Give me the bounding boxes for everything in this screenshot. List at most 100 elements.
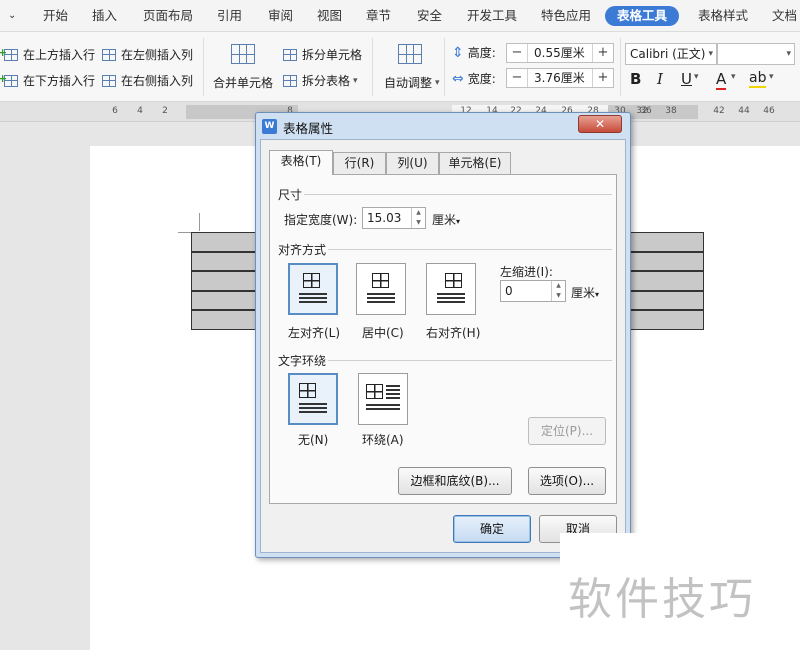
ruler-label: 38 bbox=[665, 106, 677, 116]
ruler-label: 6 bbox=[112, 106, 118, 116]
table-cell[interactable] bbox=[626, 310, 704, 330]
dialog-title: 表格属性 bbox=[283, 121, 334, 136]
chevron-down-icon: ▾ bbox=[435, 77, 440, 88]
table-cell[interactable] bbox=[191, 232, 261, 252]
menu-item-review[interactable]: 审阅 bbox=[268, 6, 293, 26]
font-name-select[interactable]: Calibri (正文) ▾ bbox=[625, 43, 717, 65]
menu-item-table-tools[interactable]: 表格工具 bbox=[605, 6, 680, 26]
menu-item-table-style[interactable]: 表格样式 bbox=[698, 6, 748, 26]
width-icon: ⇔ bbox=[452, 70, 464, 87]
column-width-stepper[interactable]: − 3.76厘米 + bbox=[506, 68, 614, 88]
width-unit: 厘米 bbox=[432, 213, 457, 227]
position-button[interactable]: 定位(P)... bbox=[528, 417, 606, 445]
spinner-arrows-icon[interactable]: ▲ ▼ bbox=[411, 208, 425, 228]
insert-row-below-button[interactable]: 在下方插入行 bbox=[0, 72, 95, 89]
watermark-text: 软件技巧 bbox=[568, 574, 756, 625]
page-margin-mark bbox=[178, 232, 192, 233]
chevron-down-icon[interactable]: ⌄ bbox=[8, 6, 16, 26]
font-size-select[interactable]: ▾ bbox=[717, 43, 795, 65]
ribbon-separator bbox=[203, 38, 204, 96]
align-center-label: 居中(C) bbox=[362, 326, 404, 340]
split-table-button[interactable]: 拆分表格 ▾ bbox=[283, 72, 358, 89]
wrap-none-label: 无(N) bbox=[298, 433, 329, 447]
chevron-down-icon[interactable]: ▾ bbox=[694, 72, 699, 82]
font-name-value: Calibri (正文) bbox=[630, 47, 706, 61]
menu-item-page-layout[interactable]: 页面布局 bbox=[143, 6, 193, 26]
chevron-down-icon: ▾ bbox=[456, 217, 461, 226]
align-right-label: 右对齐(H) bbox=[426, 326, 481, 340]
increment-button[interactable]: + bbox=[593, 44, 613, 62]
row-height-stepper[interactable]: − 0.55厘米 + bbox=[506, 43, 614, 63]
insert-column-left-button[interactable]: 在左侧插入列 bbox=[102, 46, 193, 63]
chevron-down-icon[interactable]: ▾ bbox=[731, 72, 736, 82]
bold-button[interactable]: B bbox=[630, 70, 641, 88]
table-cell[interactable] bbox=[626, 251, 704, 271]
font-color-button[interactable]: A bbox=[716, 70, 727, 90]
highlight-button[interactable]: ab bbox=[749, 70, 767, 88]
options-button[interactable]: 选项(O)... bbox=[528, 467, 606, 495]
ok-button[interactable]: 确定 bbox=[453, 515, 531, 543]
indent-unit-select[interactable]: 厘米▾ bbox=[571, 284, 599, 301]
ruler-label: 36 bbox=[640, 106, 652, 116]
chevron-down-icon[interactable]: ▾ bbox=[769, 72, 774, 82]
align-left-option[interactable] bbox=[288, 263, 338, 315]
table-cell[interactable] bbox=[626, 232, 704, 252]
auto-fit-button[interactable]: 自动调整 ▾ bbox=[384, 74, 440, 91]
decrement-button[interactable]: − bbox=[507, 69, 527, 87]
align-right-option[interactable] bbox=[426, 263, 476, 315]
indent-input[interactable]: 0 ▲ ▼ bbox=[500, 280, 566, 302]
chevron-down-icon: ▾ bbox=[708, 49, 713, 59]
table-cell[interactable] bbox=[191, 271, 261, 291]
close-button[interactable]: ✕ bbox=[578, 115, 622, 133]
dialog-title-bar[interactable]: W 表格属性 ✕ bbox=[256, 113, 630, 139]
row-height-value[interactable]: 0.55厘米 bbox=[527, 44, 593, 62]
tab-column[interactable]: 列(U) bbox=[386, 152, 439, 174]
wps-logo-icon: W bbox=[262, 119, 277, 134]
ribbon-separator bbox=[372, 38, 373, 96]
table-cell[interactable] bbox=[191, 310, 261, 330]
insert-row-above-button[interactable]: 在上方插入行 bbox=[0, 46, 95, 63]
table-cell[interactable] bbox=[626, 290, 704, 310]
menu-item-start[interactable]: 开始 bbox=[43, 6, 68, 26]
menu-item-view[interactable]: 视图 bbox=[317, 6, 342, 26]
decrement-button[interactable]: − bbox=[507, 44, 527, 62]
merge-cells-button[interactable]: 合并单元格 bbox=[213, 74, 273, 91]
wrap-around-option[interactable] bbox=[358, 373, 408, 425]
table-cell[interactable] bbox=[191, 251, 261, 271]
split-cells-button[interactable]: 拆分单元格 bbox=[283, 46, 362, 63]
insert-column-right-button[interactable]: 在右侧插入列 bbox=[102, 72, 193, 89]
menu-item-reference[interactable]: 引用 bbox=[217, 6, 242, 26]
tab-cell[interactable]: 单元格(E) bbox=[439, 152, 511, 174]
ruler-label: 2 bbox=[162, 106, 168, 116]
tab-table[interactable]: 表格(T) bbox=[269, 150, 333, 175]
table-cell[interactable] bbox=[191, 290, 261, 310]
split-table-label: 拆分表格 bbox=[302, 74, 351, 88]
menu-item-security[interactable]: 安全 bbox=[417, 6, 442, 26]
align-group-label: 对齐方式 bbox=[278, 243, 327, 257]
split-cells-icon bbox=[283, 48, 297, 61]
menu-item-developer[interactable]: 开发工具 bbox=[467, 6, 517, 26]
underline-button[interactable]: U bbox=[681, 70, 692, 88]
insert-row-below-icon bbox=[0, 72, 18, 87]
increment-button[interactable]: + bbox=[593, 69, 613, 87]
watermark: 软件技巧 bbox=[560, 533, 800, 650]
indent-unit: 厘米 bbox=[571, 286, 596, 300]
width-unit-select[interactable]: 厘米▾ bbox=[432, 211, 460, 228]
table-cell[interactable] bbox=[626, 271, 704, 291]
spinner-arrows-icon[interactable]: ▲ ▼ bbox=[551, 281, 565, 301]
menu-item-special-apps[interactable]: 特色应用 bbox=[541, 6, 591, 26]
close-icon: ✕ bbox=[594, 117, 606, 131]
align-center-option[interactable] bbox=[356, 263, 406, 315]
width-input[interactable]: 15.03 ▲ ▼ bbox=[362, 207, 426, 229]
insert-column-right-label: 在右侧插入列 bbox=[121, 74, 194, 88]
italic-button[interactable]: I bbox=[657, 70, 663, 88]
menu-item-document[interactable]: 文档 bbox=[772, 6, 797, 26]
wrap-none-option[interactable] bbox=[288, 373, 338, 425]
ruler-label: 44 bbox=[738, 106, 750, 116]
tab-row[interactable]: 行(R) bbox=[333, 152, 386, 174]
ruler-label: 46 bbox=[763, 106, 775, 116]
borders-shading-button[interactable]: 边框和底纹(B)... bbox=[398, 467, 512, 495]
menu-item-chapter[interactable]: 章节 bbox=[366, 6, 391, 26]
column-width-value[interactable]: 3.76厘米 bbox=[527, 69, 593, 87]
menu-item-insert[interactable]: 插入 bbox=[92, 6, 117, 26]
